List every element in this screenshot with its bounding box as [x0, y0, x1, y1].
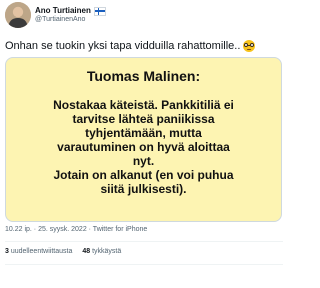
nerd-face-emoji-icon	[243, 40, 256, 52]
divider	[5, 241, 283, 242]
tweet-stats: 3 uudelleentwiittausta 48 tykkäystä	[5, 248, 121, 255]
likes-label: tykkäystä	[92, 248, 122, 255]
card-title: Tuomas Malinen:	[86, 68, 201, 84]
card-line: tarvitse lähteä paniikissa	[72, 112, 215, 126]
tweet-timestamp[interactable]: 10.22 ip. · 25. syysk. 2022 · Twitter fo…	[5, 226, 147, 233]
card-body: Nostakaa käteistä. Pankkitiliä ei tarvit…	[10, 98, 277, 196]
tweet-header: Ano Turtiainen @TurtiainenAno	[5, 2, 106, 28]
author-display-name[interactable]: Ano Turtiainen	[35, 6, 91, 15]
likes-count: 48	[82, 248, 91, 255]
author-handle[interactable]: @TurtiainenAno	[35, 16, 106, 23]
retweets-count: 3	[5, 248, 9, 255]
card-line: nyt.	[132, 154, 155, 168]
card-line: siitä julkisesti).	[100, 182, 187, 196]
divider	[5, 264, 283, 265]
author-names: Ano Turtiainen @TurtiainenAno	[35, 6, 106, 23]
card-line: varautuminen on hyvä aloittaa	[57, 140, 230, 154]
tweet-text: Onhan se tuokin yksi tapa vidduilla raha…	[5, 40, 241, 52]
finland-flag-icon	[93, 6, 106, 16]
retweets-label: uudelleentwiittausta	[10, 248, 73, 255]
quote-image-card[interactable]: Tuomas Malinen: Nostakaa käteistä. Pankk…	[5, 57, 282, 222]
card-line: Nostakaa käteistä. Pankkitiliä ei	[53, 98, 234, 112]
avatar[interactable]	[5, 2, 31, 28]
card-line: Jotain on alkanut (en voi puhua	[53, 168, 234, 182]
tweet-text-row: Onhan se tuokin yksi tapa vidduilla raha…	[5, 40, 256, 52]
card-line: tyhjentämään, mutta	[85, 126, 202, 140]
author-name-row: Ano Turtiainen	[35, 6, 106, 16]
likes-stat[interactable]: 48 tykkäystä	[82, 248, 121, 255]
retweets-stat[interactable]: 3 uudelleentwiittausta	[5, 248, 74, 255]
